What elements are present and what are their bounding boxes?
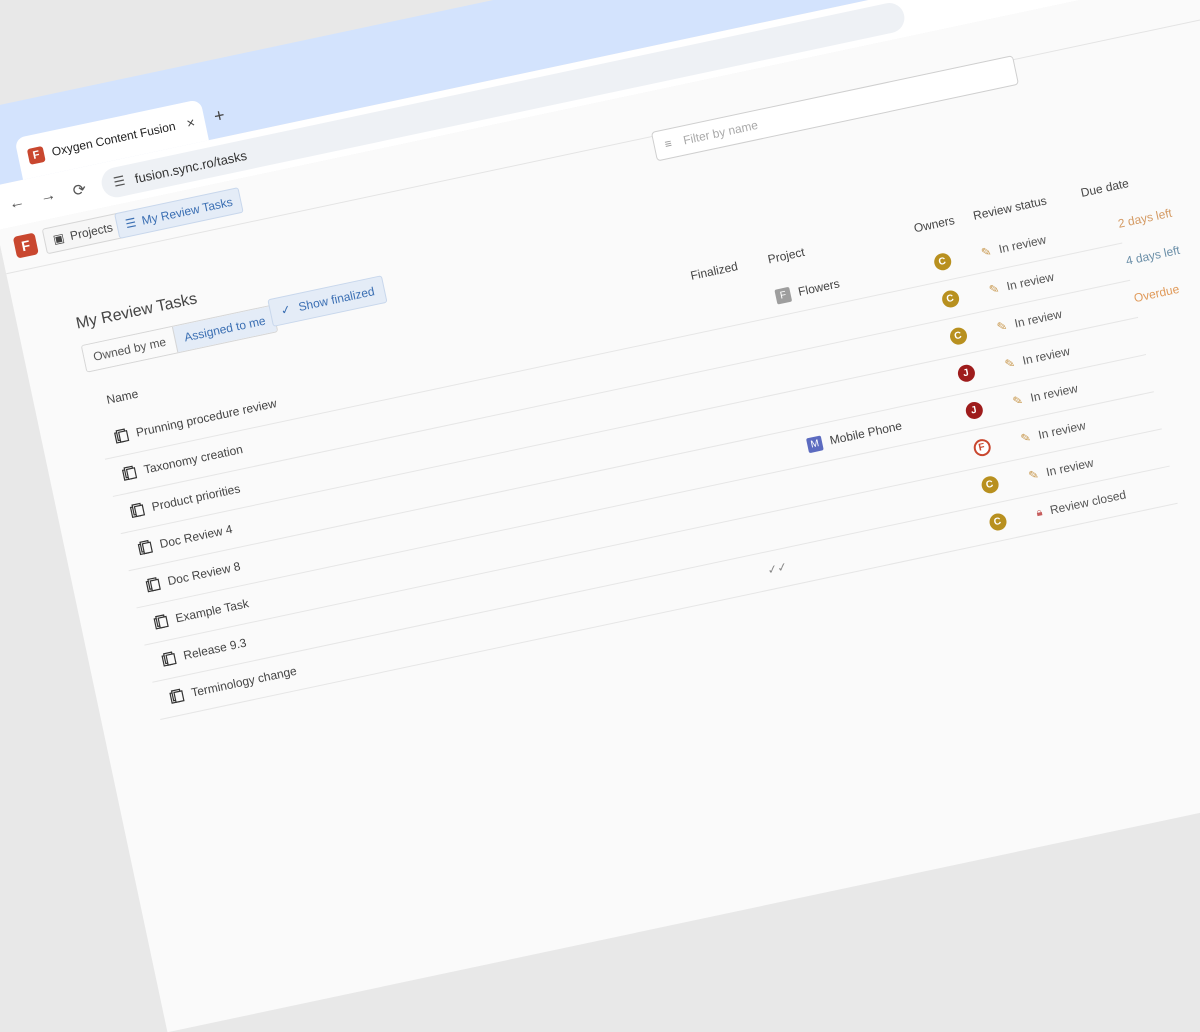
- review-status-text: In review: [1029, 381, 1079, 405]
- review-status-text: In review: [1013, 306, 1064, 331]
- pencil-icon: ✎: [1027, 467, 1040, 483]
- project-name[interactable]: Mobile Phone: [828, 419, 903, 448]
- owner-avatar[interactable]: C: [987, 511, 1008, 532]
- tab-close-icon[interactable]: ×: [185, 114, 196, 131]
- task-name[interactable]: Release 9.3: [182, 636, 248, 663]
- owner-avatar[interactable]: C: [932, 251, 953, 272]
- task-name[interactable]: Doc Review 8: [166, 559, 241, 588]
- task-document-icon: [137, 539, 153, 556]
- back-icon[interactable]: ←: [6, 193, 27, 214]
- check-icon: ✓: [279, 301, 293, 318]
- due-date-text: 2 days left: [1116, 205, 1174, 231]
- owner-avatar[interactable]: C: [947, 325, 969, 346]
- task-name[interactable]: Example Task: [174, 596, 250, 625]
- due-date-text: Overdue: [1132, 281, 1181, 306]
- finalized-check-icon: ✓✓: [766, 559, 789, 578]
- task-document-icon: [121, 465, 138, 481]
- review-status-text: Review closed: [1048, 487, 1128, 518]
- review-status-text: In review: [1036, 418, 1087, 443]
- show-finalized-label: Show finalized: [297, 284, 376, 315]
- tilted-screen: F Oxygen Content Fusion × + ← → ⟳ ☰ fusi…: [0, 0, 1200, 1032]
- pencil-icon: ✎: [1003, 355, 1017, 372]
- pencil-icon: ✎: [979, 244, 993, 260]
- projects-label: Projects: [68, 220, 115, 243]
- pencil-icon: ✎: [995, 318, 1009, 335]
- site-settings-icon[interactable]: ☰: [112, 173, 127, 191]
- project-name[interactable]: Flowers: [797, 276, 841, 298]
- pencil-icon: ✎: [987, 281, 1001, 298]
- owner-avatar[interactable]: J: [963, 399, 984, 421]
- review-status-text: In review: [1005, 269, 1056, 294]
- task-name[interactable]: Product priorities: [150, 481, 241, 513]
- owner-avatar[interactable]: C: [939, 288, 961, 309]
- owned-by-me-tab[interactable]: Owned by me: [81, 326, 178, 372]
- review-status-text: In review: [1044, 455, 1095, 480]
- owner-avatar[interactable]: C: [979, 474, 1000, 495]
- reload-icon[interactable]: ⟳: [69, 179, 91, 202]
- projects-icon: ▣: [51, 230, 66, 247]
- owner-avatar[interactable]: J: [955, 362, 976, 383]
- due-date-text: 4 days left: [1124, 242, 1182, 268]
- pencil-icon: ✎: [1019, 429, 1033, 446]
- review-status-text: In review: [997, 232, 1048, 257]
- my-review-tasks-label: My Review Tasks: [140, 194, 234, 228]
- review-status-text: In review: [1021, 343, 1072, 368]
- projects-button[interactable]: ▣ Projects: [41, 212, 125, 255]
- task-document-icon: [129, 502, 146, 518]
- project-badge: F: [774, 286, 793, 305]
- filter-icon: ≡: [663, 136, 674, 152]
- task-document-icon: [161, 651, 177, 667]
- task-document-icon: [169, 688, 185, 704]
- new-tab-button[interactable]: +: [212, 105, 227, 128]
- task-document-icon: [153, 614, 169, 630]
- app-logo[interactable]: F: [12, 232, 39, 259]
- app-favicon-icon: F: [26, 145, 46, 165]
- show-finalized-toggle[interactable]: ✓ Show finalized: [267, 275, 389, 327]
- pencil-icon: ✎: [1011, 392, 1025, 409]
- owner-avatar[interactable]: F: [971, 437, 992, 458]
- task-name[interactable]: Doc Review 4: [158, 522, 233, 551]
- lock-icon: 🔒︎: [1035, 505, 1044, 519]
- project-badge: M: [805, 434, 824, 453]
- forward-icon[interactable]: →: [37, 186, 58, 207]
- task-document-icon: [114, 428, 130, 444]
- list-icon: ☰: [124, 215, 138, 232]
- task-document-icon: [145, 577, 161, 593]
- assigned-to-me-tab[interactable]: Assigned to me: [171, 305, 277, 353]
